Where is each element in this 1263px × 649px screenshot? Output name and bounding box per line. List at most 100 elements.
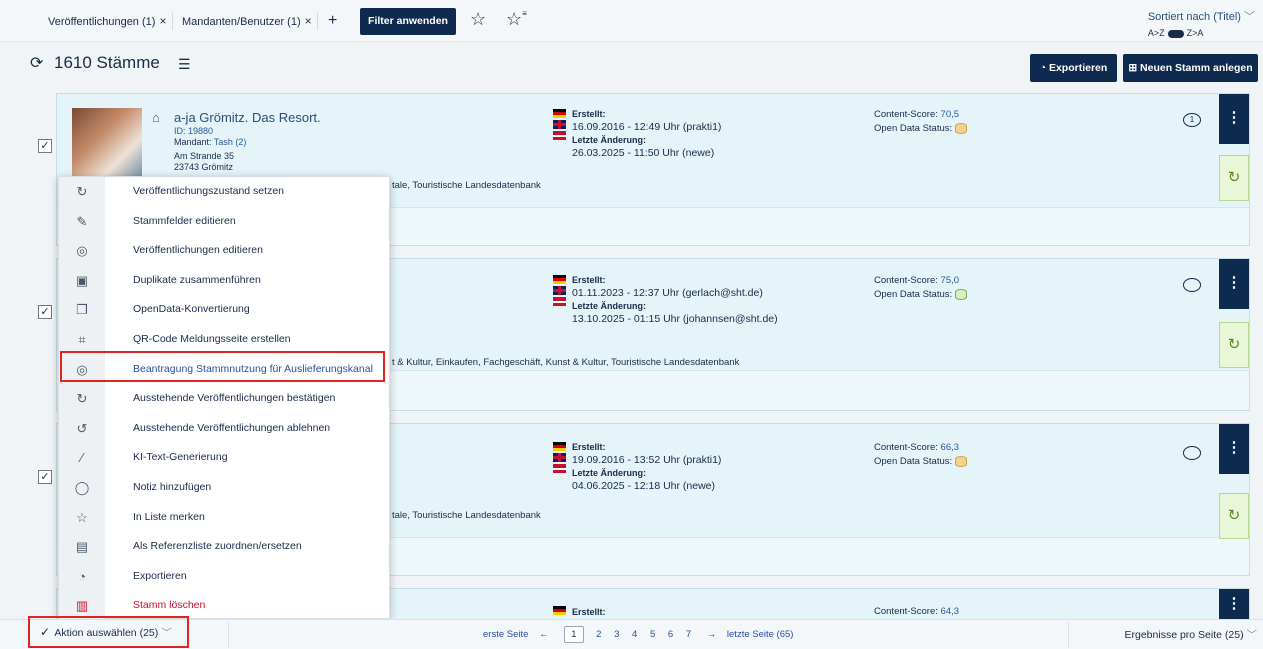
new-document-icon: ⊞ bbox=[1128, 62, 1138, 74]
record-client: Mandant: Tash (2) bbox=[174, 137, 247, 147]
first-page-link[interactable]: erste Seite bbox=[483, 629, 528, 640]
menu-item-edit-fields[interactable]: ✎ Stammfelder editieren bbox=[59, 206, 389, 237]
star-list-icon[interactable]: ☆≡ bbox=[506, 9, 527, 30]
divider bbox=[228, 622, 229, 648]
flag-de-icon bbox=[553, 606, 566, 615]
more-options-icon[interactable]: ⋮ bbox=[1219, 259, 1249, 309]
new-record-button[interactable]: ⊞ Neuen Stamm anlegen bbox=[1123, 54, 1258, 82]
last-page-link[interactable]: letzte Seite (65) bbox=[727, 629, 794, 640]
results-per-page-select[interactable]: Ergebnisse pro Seite (25) ﹀ bbox=[1125, 627, 1258, 642]
prev-page-icon[interactable]: ← bbox=[539, 629, 549, 640]
apply-filter-button[interactable]: Filter anwenden bbox=[360, 8, 456, 35]
publish-state-icon[interactable]: ↻ bbox=[1219, 155, 1249, 201]
comment-icon[interactable]: 1 bbox=[1183, 113, 1201, 127]
filter-chip-publications[interactable]: Veröffentlichungen (1) × bbox=[48, 9, 166, 33]
record-score: Content-Score: 64,3 bbox=[874, 606, 960, 617]
flag-dk-icon bbox=[553, 131, 566, 140]
flag-de-icon bbox=[553, 275, 566, 284]
record-dates: Erstellt: 19.09.2016 - 13:52 Uhr (prakti… bbox=[572, 442, 722, 492]
record-categories: tale, Touristische Landesdatenbank bbox=[392, 180, 541, 191]
sort-za-label: Z>A bbox=[1186, 28, 1204, 38]
filter-chip-clients[interactable]: Mandanten/Benutzer (1) × bbox=[182, 9, 312, 33]
record-score: Content-Score: 75,0 Open Data Status: bbox=[874, 274, 968, 302]
magic-wand-icon: ⁄ bbox=[59, 443, 105, 473]
record-checkbox[interactable]: ✓ bbox=[38, 305, 52, 319]
record-thumbnail bbox=[72, 108, 142, 180]
comment-icon[interactable] bbox=[1183, 278, 1201, 292]
record-score: Content-Score: 70,5 Open Data Status: bbox=[874, 108, 968, 136]
more-options-icon[interactable]: ⋮ bbox=[1219, 94, 1249, 144]
record-dates: Erstellt: 01.11.2023 - 12:37 Uhr (gerlac… bbox=[572, 275, 778, 325]
export-button[interactable]: ◔ Exportieren bbox=[1030, 54, 1117, 82]
menu-item-ai-text[interactable]: ⁄ KI-Text-Generierung bbox=[59, 443, 389, 473]
filter-bar: Veröffentlichungen (1) × Mandanten/Benutz… bbox=[0, 0, 1263, 42]
chevron-down-icon: ﹀ bbox=[1244, 11, 1255, 23]
page-3[interactable]: 3 bbox=[614, 629, 619, 640]
merge-icon: ▣ bbox=[59, 265, 105, 296]
page-4[interactable]: 4 bbox=[632, 629, 637, 640]
open-data-status-icon bbox=[955, 455, 968, 467]
flag-dk-icon bbox=[553, 464, 566, 473]
page-1[interactable]: 1 bbox=[564, 626, 584, 643]
menu-item-edit-publications[interactable]: ◎ Veröffentlichungen editieren bbox=[59, 236, 389, 266]
page-title: 1610 Stämme bbox=[54, 53, 160, 72]
close-icon[interactable]: × bbox=[305, 14, 312, 28]
page-5[interactable]: 5 bbox=[650, 629, 655, 640]
copy-icon: ❐ bbox=[59, 295, 105, 325]
comment-icon[interactable] bbox=[1183, 446, 1201, 460]
add-filter-button[interactable]: + bbox=[328, 9, 337, 33]
pie-chart-icon: ◔ bbox=[1039, 62, 1047, 74]
flag-gb-icon bbox=[553, 286, 566, 295]
menu-item-reference-list[interactable]: ▤ Als Referenzliste zuordnen/ersetzen bbox=[59, 532, 389, 562]
publish-state-icon[interactable]: ↻ bbox=[1219, 493, 1249, 539]
sort-control[interactable]: Sortiert nach (Titel) ﹀ A>Z Z>A bbox=[1148, 8, 1255, 38]
record-checkbox[interactable]: ✓ bbox=[38, 470, 52, 484]
sort-toggle[interactable] bbox=[1167, 29, 1184, 38]
record-id: ID: 19880 bbox=[174, 126, 214, 136]
menu-item-export[interactable]: ◔ Exportieren bbox=[59, 561, 389, 592]
menu-item-reject-pending[interactable]: ↺ Ausstehende Veröffentlichungen ablehnen bbox=[59, 413, 389, 444]
reference-list-icon: ▤ bbox=[59, 532, 105, 562]
menu-item-add-note[interactable]: ◯ Notiz hinzufügen bbox=[59, 473, 389, 503]
record-dates: Erstellt: 16.09.2016 - 12:49 Uhr (prakti… bbox=[572, 109, 722, 159]
next-page-icon[interactable]: → bbox=[707, 629, 717, 640]
sort-az-label: A>Z bbox=[1147, 28, 1165, 38]
confirm-icon: ↻ bbox=[59, 384, 105, 414]
client-link[interactable]: Tash (2) bbox=[214, 137, 247, 147]
reject-icon: ↺ bbox=[59, 413, 105, 444]
flag-de-icon bbox=[553, 109, 566, 118]
close-icon[interactable]: × bbox=[159, 14, 166, 28]
page-6[interactable]: 6 bbox=[668, 629, 673, 640]
globe-icon: ◎ bbox=[59, 236, 105, 266]
list-view-icon[interactable]: ☰ bbox=[178, 56, 191, 73]
flag-dk-icon bbox=[553, 297, 566, 306]
open-data-status-icon bbox=[955, 288, 968, 300]
record-title[interactable]: a-ja Grömitz. Das Resort. bbox=[174, 110, 321, 125]
divider bbox=[317, 12, 318, 30]
record-street: Am Strande 35 bbox=[174, 151, 235, 161]
record-dates: Erstellt: bbox=[572, 607, 606, 617]
flag-gb-icon bbox=[553, 453, 566, 462]
flag-gb-icon bbox=[553, 120, 566, 129]
menu-item-opendata-conversion[interactable]: ❐ OpenData-Konvertierung bbox=[59, 295, 389, 325]
star-icon[interactable]: ☆ bbox=[470, 9, 486, 30]
menu-item-merge-duplicates[interactable]: ▣ Duplikate zusammenführen bbox=[59, 265, 389, 296]
menu-item-remember-list[interactable]: ☆ In Liste merken bbox=[59, 502, 389, 533]
record-checkbox[interactable]: ✓ bbox=[38, 139, 52, 153]
page-2[interactable]: 2 bbox=[596, 629, 601, 640]
action-menu: ↻ Veröffentlichungszustand setzen ✎ Stammf… bbox=[58, 176, 390, 621]
more-options-icon[interactable]: ⋮ bbox=[1219, 424, 1249, 474]
more-options-icon[interactable]: ⋮ bbox=[1219, 589, 1249, 620]
divider bbox=[172, 12, 173, 30]
menu-item-publish-state[interactable]: ↻ Veröffentlichungszustand setzen bbox=[59, 177, 389, 207]
pagination: erste Seite ← 1 2 3 4 5 6 7 → letzte Sei… bbox=[483, 626, 793, 643]
open-data-status-icon bbox=[955, 122, 968, 134]
highlight-action-select bbox=[28, 616, 189, 648]
publish-state-icon[interactable]: ↻ bbox=[1219, 322, 1249, 368]
page-7[interactable]: 7 bbox=[686, 629, 691, 640]
menu-item-confirm-pending[interactable]: ↻ Ausstehende Veröffentlichungen bestätig… bbox=[59, 384, 389, 414]
publish-state-icon: ↻ bbox=[59, 177, 105, 207]
refresh-icon[interactable]: ⟳ bbox=[30, 53, 43, 73]
flag-de-icon bbox=[553, 442, 566, 451]
highlight-request-usage bbox=[60, 351, 385, 382]
